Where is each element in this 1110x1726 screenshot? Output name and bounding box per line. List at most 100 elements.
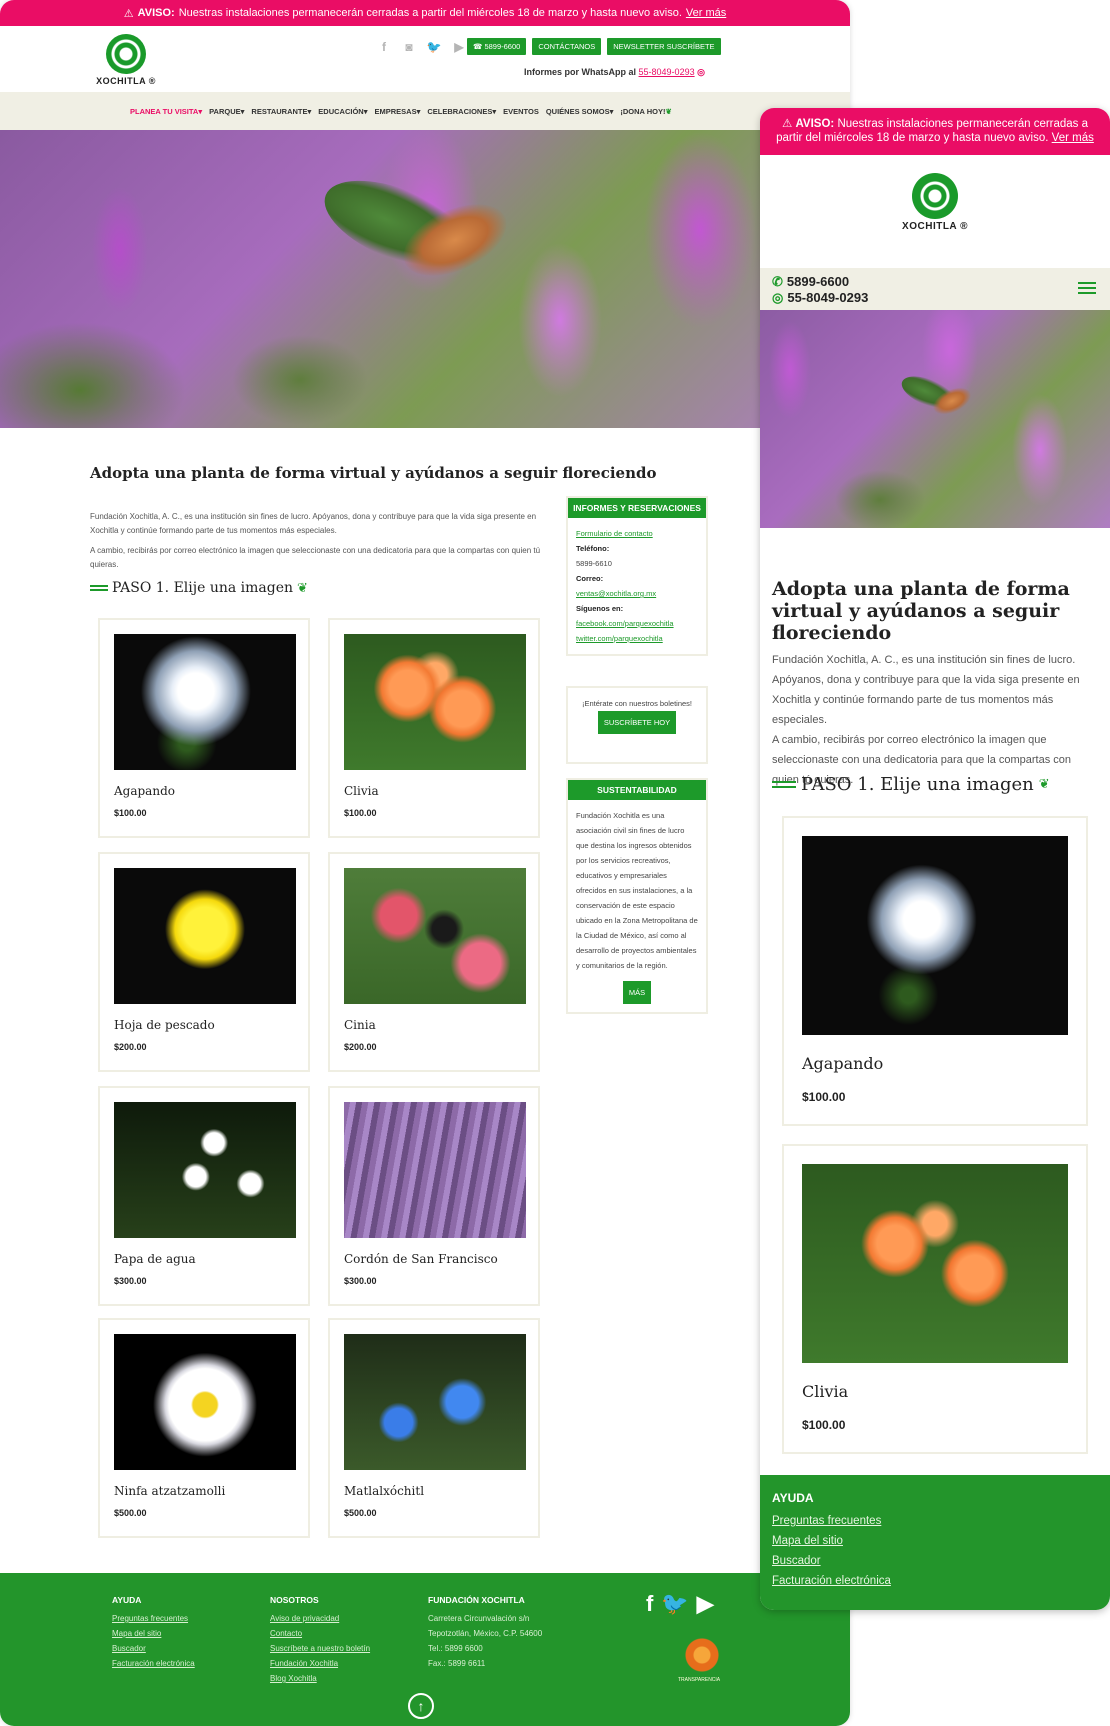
footer-heading: FUNDACIÓN XOCHITLA: [428, 1595, 525, 1605]
footer-link[interactable]: Fundación Xochitla: [270, 1656, 370, 1671]
footer-help: AYUDA Preguntas frecuentes Mapa del siti…: [112, 1593, 195, 1671]
header-buttons: ☎ 5899-6600 CONTÁCTANOS NEWSLETTER SUSCR…: [467, 38, 721, 55]
nav-item-restaurante[interactable]: RESTAURANTE▾: [251, 107, 311, 116]
nav-item-celebraciones[interactable]: CELEBRACIONES▾: [427, 107, 496, 116]
sustainability-text: Fundación Xochitla es una asociación civ…: [576, 811, 698, 970]
youtube-icon[interactable]: ▶: [451, 40, 467, 54]
product-price: $100.00: [344, 808, 377, 818]
facebook-link[interactable]: facebook.com/parquexochitla: [576, 619, 674, 628]
product-image[interactable]: [802, 1164, 1068, 1363]
phone-value: 5899-6610: [576, 559, 612, 568]
footer-link[interactable]: Contacto: [270, 1626, 370, 1641]
footer-link[interactable]: Preguntas frecuentes: [772, 1511, 1098, 1531]
mobile-whatsapp[interactable]: ◎ 55-8049-0293: [772, 290, 868, 306]
alert-bar: ⚠ AVISO: Nuestras instalaciones permanec…: [0, 0, 850, 26]
footer-link[interactable]: Preguntas frecuentes: [112, 1611, 195, 1626]
footer-link[interactable]: Aviso de privacidad: [270, 1611, 370, 1626]
instagram-icon[interactable]: ◙: [401, 40, 417, 54]
product-card[interactable]: Ninfa atzatzamolli $500.00: [98, 1318, 310, 1538]
newsletter-text: ¡Entérate con nuestros boletines!: [581, 699, 693, 708]
youtube-icon[interactable]: ▶: [697, 1591, 714, 1617]
product-image[interactable]: [114, 868, 296, 1004]
nav-item-dona[interactable]: ¡DONA HOY!❦: [620, 107, 671, 116]
alert-link[interactable]: Ver más: [1052, 132, 1094, 144]
mobile-footer: AYUDA Preguntas frecuentes Mapa del siti…: [760, 1475, 1110, 1610]
footer-link[interactable]: Buscador: [772, 1551, 1098, 1571]
mobile-logo[interactable]: XOCHITLA ®: [760, 173, 1110, 268]
nav-item-eventos[interactable]: EVENTOS: [503, 107, 539, 116]
product-image[interactable]: [344, 1334, 526, 1470]
alert-link[interactable]: Ver más: [686, 7, 726, 19]
product-price: $100.00: [802, 1418, 846, 1432]
more-button[interactable]: MÁS: [622, 981, 652, 1004]
twitter-icon[interactable]: 🐦: [661, 1591, 688, 1617]
product-card[interactable]: Hoja de pescado $200.00: [98, 852, 310, 1072]
info-box-title: INFORMES Y RESERVACIONES: [568, 498, 706, 518]
social-links: f ◙ 🐦 ▶: [376, 40, 467, 54]
product-name: Matlalxóchitl: [344, 1484, 425, 1498]
follow-label: Síguenos en:: [576, 604, 624, 613]
product-card[interactable]: Clivia $100.00: [782, 1144, 1088, 1454]
product-name: Hoja de pescado: [114, 1018, 215, 1032]
hero-image: [0, 130, 850, 428]
product-image[interactable]: [114, 634, 296, 770]
twitter-icon[interactable]: 🐦: [426, 40, 442, 54]
facebook-icon[interactable]: f: [646, 1591, 653, 1617]
phone-icon: ✆: [772, 274, 783, 289]
twitter-link[interactable]: twitter.com/parquexochitla: [576, 634, 663, 643]
contact-form-link[interactable]: Formulario de contacto: [576, 529, 653, 538]
product-card[interactable]: Papa de agua $300.00: [98, 1086, 310, 1306]
footer-link[interactable]: Blog Xochitla: [270, 1671, 370, 1686]
product-name: Ninfa atzatzamolli: [114, 1484, 226, 1498]
whatsapp-info: Informes por WhatsApp al 55-8049-0293 ◎: [524, 67, 705, 78]
footer-heading: AYUDA: [772, 1491, 814, 1505]
product-image[interactable]: [344, 634, 526, 770]
whatsapp-icon: ◎: [697, 67, 705, 77]
product-image[interactable]: [344, 1102, 526, 1238]
step-label: PASO 1. Elije una imagen: [801, 774, 1034, 795]
mobile-phone[interactable]: ✆ 5899-6600: [772, 274, 849, 290]
product-image[interactable]: [344, 868, 526, 1004]
nav-item-parque[interactable]: PARQUE▾: [209, 107, 244, 116]
nav-item-quienes-somos[interactable]: QUIÉNES SOMOS▾: [546, 107, 614, 116]
email-link[interactable]: ventas@xochitla.org.mx: [576, 589, 656, 598]
footer-link[interactable]: Suscríbete a nuestro boletín: [270, 1641, 370, 1656]
product-image[interactable]: [114, 1102, 296, 1238]
phone-button[interactable]: ☎ 5899-6600: [467, 38, 527, 55]
contact-button[interactable]: CONTÁCTANOS: [532, 38, 602, 55]
nav-item-planea[interactable]: PLANEA TU VISITA▾: [130, 107, 202, 116]
logo[interactable]: XOCHITLA ®: [96, 34, 156, 86]
product-card[interactable]: Cinia $200.00: [328, 852, 540, 1072]
product-card[interactable]: Agapando $100.00: [782, 816, 1088, 1126]
nav-label: EDUCACIÓN: [318, 106, 364, 116]
footer-link[interactable]: Facturación electrónica: [772, 1571, 1098, 1591]
footer-link[interactable]: Mapa del sitio: [112, 1626, 195, 1641]
footer-link[interactable]: Buscador: [112, 1641, 195, 1656]
email-label: Correo:: [576, 574, 604, 583]
product-card[interactable]: Clivia $100.00: [328, 618, 540, 838]
nav-item-educacion[interactable]: EDUCACIÓN▾: [318, 107, 367, 116]
product-card[interactable]: Cordón de San Francisco $300.00: [328, 1086, 540, 1306]
leaf-icon: ❦: [297, 580, 308, 596]
product-price: $100.00: [802, 1090, 846, 1104]
hamburger-menu-icon[interactable]: [1078, 282, 1096, 297]
product-name: Agapando: [114, 784, 175, 798]
whatsapp-label: Informes por WhatsApp al: [524, 67, 637, 77]
nav-item-empresas[interactable]: EMPRESAS▾: [374, 107, 420, 116]
nav-label: QUIÉNES SOMOS: [545, 106, 610, 116]
facebook-icon[interactable]: f: [376, 40, 392, 54]
transparency-logo-icon[interactable]: [682, 1633, 722, 1677]
alert-label: AVISO:: [795, 118, 835, 130]
product-name: Agapando: [802, 1054, 884, 1073]
product-image[interactable]: [802, 836, 1068, 1035]
newsletter-button[interactable]: NEWSLETTER SUSCRÍBETE: [607, 38, 721, 55]
exchange-paragraph: A cambio, recibirás por correo electróni…: [90, 546, 541, 569]
footer-link[interactable]: Mapa del sitio: [772, 1531, 1098, 1551]
product-image[interactable]: [114, 1334, 296, 1470]
whatsapp-link[interactable]: 55-8049-0293: [639, 67, 695, 77]
product-card[interactable]: Agapando $100.00: [98, 618, 310, 838]
footer-link[interactable]: Facturación electrónica: [112, 1656, 195, 1671]
back-to-top-icon[interactable]: ↑: [408, 1693, 434, 1719]
product-card[interactable]: Matlalxóchitl $500.00: [328, 1318, 540, 1538]
subscribe-button[interactable]: SUSCRÍBETE HOY: [597, 711, 677, 734]
